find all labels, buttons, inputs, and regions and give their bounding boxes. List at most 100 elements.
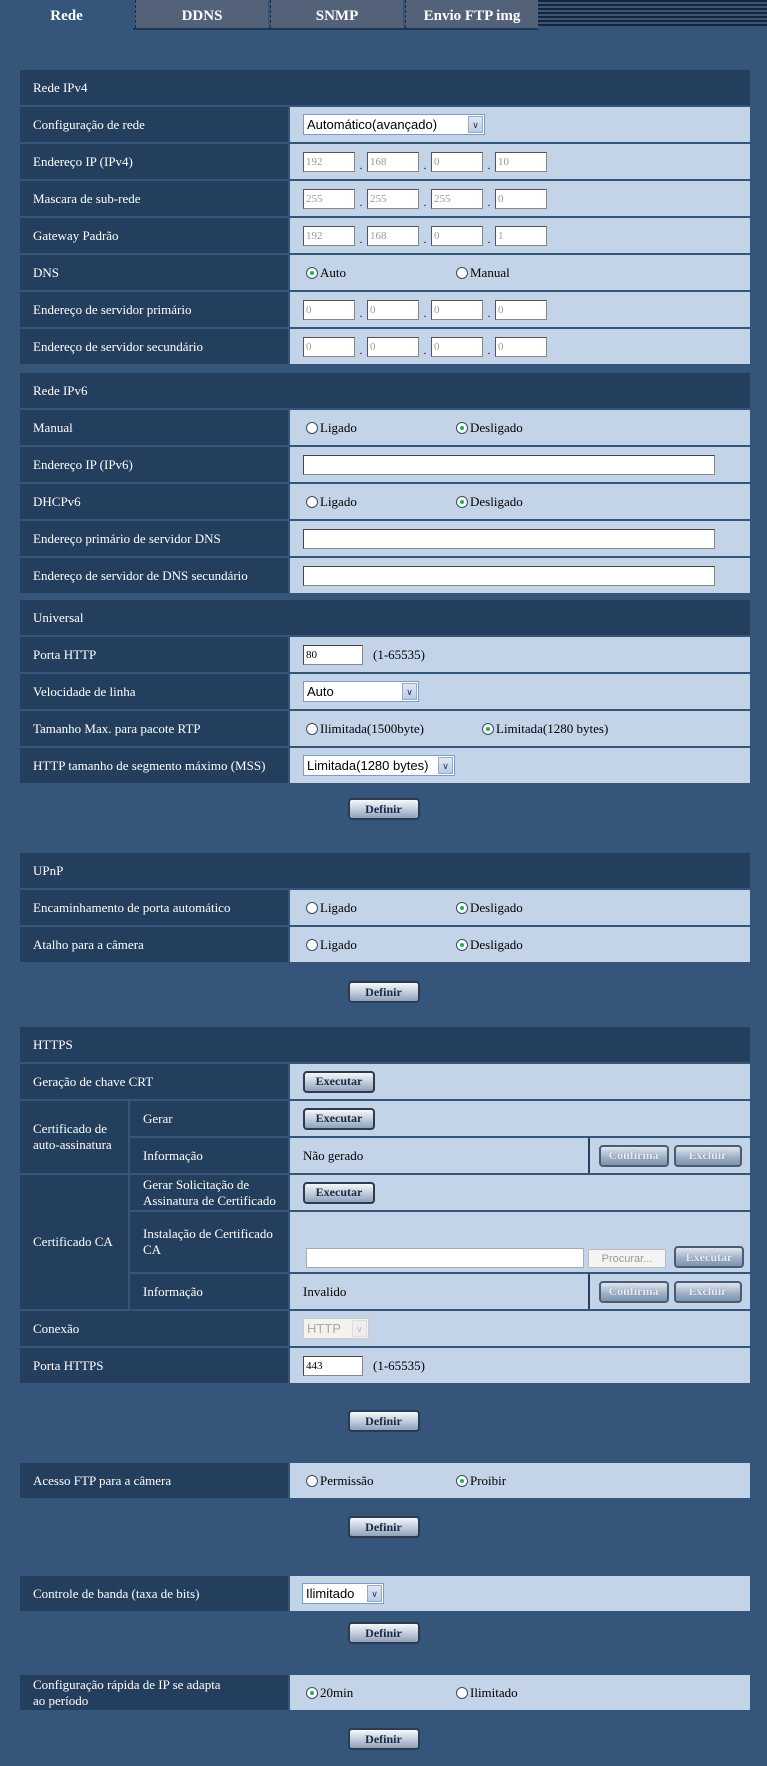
gateway-octet-4-input[interactable]: 1 xyxy=(495,225,547,246)
line-speed-select[interactable]: Auto ∨ xyxy=(303,681,419,702)
ipv6-manual-off-radio[interactable]: Desligado xyxy=(456,420,606,436)
ca-info-label: Informação xyxy=(128,1274,288,1309)
port-forwarding-on-radio[interactable]: Ligado xyxy=(306,900,456,916)
dns-auto-radio[interactable]: Auto xyxy=(306,265,456,281)
mask-octet-3-input[interactable]: 255 xyxy=(431,188,483,209)
set-button-bandwidth[interactable]: Definir xyxy=(347,1622,420,1644)
camera-shortcut-off-radio[interactable]: Desligado xyxy=(456,937,606,953)
row-ipv6-secondary-dns: Endereço de servidor de DNS secundário xyxy=(20,558,750,593)
section-title: HTTPS xyxy=(20,1027,750,1062)
dns-manual-radio[interactable]: Manual xyxy=(456,265,606,281)
port-forwarding-off-radio[interactable]: Desligado xyxy=(456,900,606,916)
select-value: Automático(avançado) xyxy=(307,117,438,132)
https-port-range: (1-65535) xyxy=(373,1357,425,1373)
set-button-https[interactable]: Definir xyxy=(347,1410,420,1432)
install-ca-execute-button[interactable]: Executar xyxy=(674,1246,744,1268)
network-config-select[interactable]: Automático(avançado) ∨ xyxy=(303,114,485,135)
ip-octet-2-input[interactable]: 168 xyxy=(367,151,419,172)
field-label: Atalho para a câmera xyxy=(20,927,288,962)
row-rtp-max: Tamanho Max. para pacote RTP Ilimitada(1… xyxy=(20,711,750,746)
field-label: DNS xyxy=(20,255,288,290)
section-https: HTTPS Geração de chave CRT Executar Cert… xyxy=(20,1027,750,1385)
field-label: Porta HTTPS xyxy=(20,1348,288,1383)
secondary-dns-octet-3-input[interactable]: 0 xyxy=(431,336,483,357)
rtp-limited-radio[interactable]: Limitada(1280 bytes) xyxy=(482,721,662,737)
section-bandwidth: Controle de banda (taxa de bits) Ilimita… xyxy=(20,1576,750,1613)
radio-checked-icon xyxy=(306,266,318,279)
quick-ip-20min-radio[interactable]: 20min xyxy=(306,1685,456,1701)
mask-octet-2-input[interactable]: 255 xyxy=(367,188,419,209)
set-button-quick-ip[interactable]: Definir xyxy=(347,1728,420,1750)
row-https-port: Porta HTTPS 443 (1-65535) xyxy=(20,1348,750,1383)
gateway-octet-1-input[interactable]: 192 xyxy=(303,225,355,246)
row-dns: DNS Auto Manual xyxy=(20,255,750,290)
csr-execute-button[interactable]: Executar xyxy=(303,1181,375,1204)
tab-bar-stripes xyxy=(538,0,767,28)
self-signed-label: Certificado de auto-assinatura xyxy=(20,1101,128,1173)
field-label: Configuração rápida de IP se adapta ao p… xyxy=(20,1675,288,1710)
radio-checked-icon xyxy=(482,722,494,735)
radio-unchecked-icon xyxy=(306,495,318,508)
ftp-prohibit-radio[interactable]: Proibir xyxy=(456,1473,606,1489)
row-secondary-dns: Endereço de servidor secundário 0. 0. 0.… xyxy=(20,329,750,364)
gateway-octet-3-input[interactable]: 0 xyxy=(431,225,483,246)
tab-ddns[interactable]: DDNS xyxy=(135,0,268,28)
mask-octet-1-input[interactable]: 255 xyxy=(303,188,355,209)
rtp-unlimited-radio[interactable]: Ilimitada(1500byte) xyxy=(306,721,482,737)
self-signed-generate-button[interactable]: Executar xyxy=(303,1107,375,1130)
section-universal: Universal Porta HTTP 80 (1-65535) Veloci… xyxy=(20,600,750,785)
ca-delete-button[interactable]: Excluir xyxy=(673,1280,742,1303)
http-port-input[interactable]: 80 xyxy=(303,644,363,665)
camera-shortcut-on-radio[interactable]: Ligado xyxy=(306,937,456,953)
tab-rede[interactable]: Rede xyxy=(0,0,133,30)
field-label: Acesso FTP para a câmera xyxy=(20,1463,288,1498)
ipv6-secondary-dns-input[interactable] xyxy=(303,565,715,586)
tab-envio-ftp-img[interactable]: Envio FTP img xyxy=(405,0,538,28)
primary-dns-octet-2-input[interactable]: 0 xyxy=(367,299,419,320)
ip-octet-1-input[interactable]: 192 xyxy=(303,151,355,172)
row-ip-address: Endereço IP (IPv4) 192. 168. 0. 10 xyxy=(20,144,750,179)
browse-button[interactable]: Procurar... xyxy=(588,1249,666,1268)
mss-select[interactable]: Limitada(1280 bytes) ∨ xyxy=(303,755,455,776)
quick-ip-unlimited-radio[interactable]: Ilimitado xyxy=(456,1685,606,1701)
install-ca-label: Instalação de Certificado CA xyxy=(128,1212,288,1272)
secondary-dns-octet-1-input[interactable]: 0 xyxy=(303,336,355,357)
field-label: Geração de chave CRT xyxy=(20,1064,288,1099)
tab-snmp[interactable]: SNMP xyxy=(270,0,403,28)
dhcpv6-on-radio[interactable]: Ligado xyxy=(306,494,456,510)
gateway-octet-2-input[interactable]: 168 xyxy=(367,225,419,246)
set-button-upnp[interactable]: Definir xyxy=(347,981,420,1003)
set-button-ftp[interactable]: Definir xyxy=(347,1516,420,1538)
primary-dns-octet-1-input[interactable]: 0 xyxy=(303,299,355,320)
ip-octet-3-input[interactable]: 0 xyxy=(431,151,483,172)
primary-dns-octet-3-input[interactable]: 0 xyxy=(431,299,483,320)
ipv6-address-input[interactable] xyxy=(303,454,715,475)
primary-dns-octet-4-input[interactable]: 0 xyxy=(495,299,547,320)
mask-octet-4-input[interactable]: 0 xyxy=(495,188,547,209)
bandwidth-select[interactable]: Ilimitado ∨ xyxy=(302,1583,384,1604)
field-label: Endereço IP (IPv6) xyxy=(20,447,288,482)
field-label: Endereço de servidor de DNS secundário xyxy=(20,558,288,593)
connection-select[interactable]: HTTP ∨ xyxy=(303,1318,369,1339)
secondary-dns-octet-4-input[interactable]: 0 xyxy=(495,336,547,357)
field-label: Configuração de rede xyxy=(20,107,288,142)
self-signed-delete-button[interactable]: Excluir xyxy=(673,1144,742,1167)
set-button-universal[interactable]: Definir xyxy=(347,798,420,820)
field-label: Gateway Padrão xyxy=(20,218,288,253)
ipv6-primary-dns-input[interactable] xyxy=(303,528,715,549)
ip-octet-4-input[interactable]: 10 xyxy=(495,151,547,172)
ftp-permit-radio[interactable]: Permissão xyxy=(306,1473,456,1489)
row-dhcpv6: DHCPv6 Ligado Desligado xyxy=(20,484,750,519)
crt-key-execute-button[interactable]: Executar xyxy=(303,1070,375,1093)
ipv6-manual-on-radio[interactable]: Ligado xyxy=(306,420,456,436)
radio-unchecked-icon xyxy=(456,266,468,279)
ca-confirm-button[interactable]: Confirma xyxy=(598,1280,669,1303)
dhcpv6-off-radio[interactable]: Desligado xyxy=(456,494,606,510)
ca-file-input[interactable] xyxy=(306,1248,584,1268)
secondary-dns-octet-2-input[interactable]: 0 xyxy=(367,336,419,357)
self-signed-confirm-button[interactable]: Confirma xyxy=(598,1144,669,1167)
section-title: UPnP xyxy=(20,853,750,888)
radio-unchecked-icon xyxy=(306,722,318,735)
chevron-down-icon: ∨ xyxy=(438,757,453,774)
https-port-input[interactable]: 443 xyxy=(303,1355,363,1376)
